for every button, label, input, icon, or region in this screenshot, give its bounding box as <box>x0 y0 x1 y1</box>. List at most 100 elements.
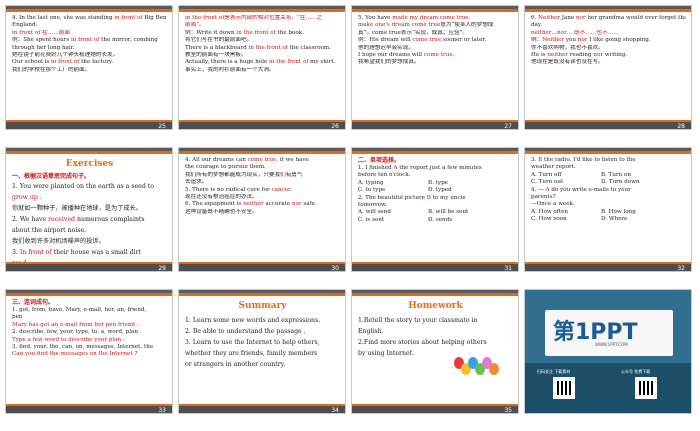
text: 2. We have <box>12 216 49 223</box>
text-line: 她在镜子前花费好几个钟头梳理她的长发。 <box>12 52 167 59</box>
text: ? <box>134 351 138 358</box>
slide-accent-stripe <box>525 151 691 154</box>
text: . <box>136 321 139 328</box>
slide-thumbnail-32[interactable]: 3. B the radio. I'd like to listen to th… <box>524 147 692 272</box>
text: 你不喜欢购物，我也不喜欢。 <box>531 44 604 51</box>
slide-sorter-grid: 4. In the last one, she was standing in … <box>0 0 700 431</box>
text-line: C. Turn out D. Turn down <box>531 179 686 186</box>
section-heading: 二、单项选择。 <box>358 157 401 164</box>
text-line: A. will send B. will be sent <box>358 209 513 216</box>
text: 他的理想迟早会实现。 <box>358 44 414 51</box>
slide-thumbnail-26[interactable]: in the front of是表示内部的相对位置关系，“在……之 前面”。 例：W… <box>178 5 346 130</box>
text: pen <box>12 314 23 321</box>
slide-content: 二、单项选择。 1. I finished A the report just a… <box>358 157 513 261</box>
slide-thumbnail-31[interactable]: 二、单项选择。 1. I finished A the report just a… <box>351 147 519 272</box>
slide-thumbnail-33[interactable]: 三、连词成句。 1. got, from, have, Mary, e-mail,… <box>5 289 173 414</box>
text: or strangers in another country. <box>185 361 286 368</box>
text: 例：She spent hours <box>12 37 71 44</box>
text: tomorrow. <box>358 202 387 209</box>
text: 3. Learn to use the Internet to help oth… <box>185 339 320 346</box>
text: There is a blackboard <box>185 44 249 51</box>
option-b: D. typed <box>428 187 452 194</box>
text-line: 3. B the radio. I'd like to listen to th… <box>531 157 686 164</box>
text: 1.Retell the story to your classmate in <box>358 317 478 324</box>
text-line: before ten o'clock. <box>358 172 513 179</box>
text-line: pen <box>12 314 167 321</box>
text-line: in front of 在……前面 <box>12 30 167 37</box>
text: numerous complaints <box>76 216 145 223</box>
text-line: 我希望我们的梦想成真。 <box>358 59 513 66</box>
text-line: whether they are friends, family members <box>185 348 340 359</box>
text-line: weather report. <box>531 164 686 171</box>
slide-footer: 26 <box>179 122 345 129</box>
slide-content: Summary 1. Learn some new words and expre… <box>185 299 340 403</box>
text: sooner or later. <box>441 37 487 44</box>
text: 我希望我们的梦想成真。 <box>358 59 420 66</box>
text: 例：Write it down <box>185 29 237 36</box>
text-line: grow up . <box>12 192 167 203</box>
highlight-text: made my dream come true <box>392 15 469 21</box>
slide-thumbnail-30[interactable]: 4. All our dreams can come true, if we h… <box>178 147 346 272</box>
option-b: B. Turn on <box>601 171 632 178</box>
slide-content: Exercises 一、根据汉语意思完成句子。 1. You were plante… <box>12 157 167 267</box>
text: safe. <box>301 201 317 208</box>
text: 5. There is no radical cure for <box>185 186 272 193</box>
slide-thumbnail-27[interactable]: 5. You have made my dream come true. make… <box>351 5 519 130</box>
text: 我们的学校在那个工厂的前面。 <box>12 66 91 73</box>
text: 3. <box>12 249 20 256</box>
text: . <box>468 15 471 21</box>
qr-code-icon <box>635 377 657 399</box>
slide-thumbnail-28[interactable]: 6. Neither Jane nor her grandma would ev… <box>524 5 692 130</box>
slide-footer: 33 <box>6 406 172 413</box>
text-line: 我们所有的梦想都能成为现实，只要我们有勇气 <box>185 172 340 179</box>
text-line: A. Turn off B. Turn on <box>531 172 686 179</box>
option-a: A. Turn off <box>531 171 562 178</box>
slide-accent-stripe <box>6 293 172 296</box>
text-line: A. How often B. How long <box>531 209 686 216</box>
text-line: or strangers in another country. <box>185 359 340 370</box>
text: 我们所有的梦想都能成为现实，只要我们有勇气 <box>185 171 303 178</box>
slide-thumbnail-25[interactable]: 4. In the last one, she was standing in … <box>5 5 173 130</box>
text-line: Mary has got an e-mail from her pen frie… <box>12 322 167 329</box>
slide-number: 33 <box>158 407 166 414</box>
text-line: the courage to pursue them. <box>185 164 340 171</box>
text: writing. <box>603 52 628 59</box>
text: the radio. I'd like to listen to the <box>544 157 636 163</box>
slide-thumbnail-34[interactable]: Summary 1. Learn some new words and expre… <box>178 289 346 414</box>
text-line: 将它们写在书的最前面吧。 <box>185 37 340 44</box>
text-line: tomorrow. <box>358 202 513 209</box>
section-heading: 一、根据汉语意思完成句子。 <box>12 173 91 180</box>
text: by using Internet. <box>358 350 415 357</box>
highlight-text: in the front of是表示内部的相对位置关系，“在……之 <box>185 15 323 21</box>
slide-accent-stripe <box>6 151 172 154</box>
text-line: day. <box>531 22 686 29</box>
option-b: D. sends <box>428 216 453 223</box>
text: reading <box>567 52 594 59</box>
highlight-text: 前面”。 <box>185 22 205 29</box>
slide-accent-stripe <box>6 9 172 12</box>
highlight-text: neither <box>547 52 568 59</box>
text-line: 1. I finished A the report just a few mi… <box>358 165 513 172</box>
slide-footer: 31 <box>352 264 518 271</box>
text: before ten o'clock. <box>358 172 411 179</box>
slide-content: 4. In the last one, she was standing in … <box>12 15 167 119</box>
text: 1. got, from, have, Mary, e-mail, her, a… <box>12 307 147 313</box>
text: Our school is <box>12 59 51 66</box>
text-line: C. is sent D. sends <box>358 217 513 224</box>
slide-number: 34 <box>331 407 339 414</box>
text: 4. In the last one, she was standing <box>12 15 115 21</box>
text: the factory. <box>79 59 114 66</box>
text-line: 2.Find more stories about helping others <box>358 337 513 348</box>
text: 1. I finished <box>358 165 394 171</box>
text-line: 6. Neither Jane nor her grandma would ev… <box>531 15 686 22</box>
slide-thumbnail-logo[interactable]: 第1PPT WWW.1PPT.COM 扫码关注 下载素材 公众号 免费下载 <box>524 289 692 414</box>
highlight-text: nor <box>576 15 586 21</box>
text: . <box>39 194 42 201</box>
qr-label-right: 公众号 免费下载 <box>621 369 651 374</box>
slide-thumbnail-35[interactable]: Homework 1.Retell the story to your class… <box>351 289 519 414</box>
text: 将它们写在书的最前面吧。 <box>185 37 253 44</box>
slide-thumbnail-29[interactable]: Exercises 一、根据汉语意思完成句子。 1. You were plante… <box>5 147 173 272</box>
text-line: 1. got, from, have, Mary, e-mail, her, a… <box>12 307 167 314</box>
text-line: neither…nor… 既不……也不…… <box>531 30 686 37</box>
text: 例：His dream will <box>358 37 413 44</box>
